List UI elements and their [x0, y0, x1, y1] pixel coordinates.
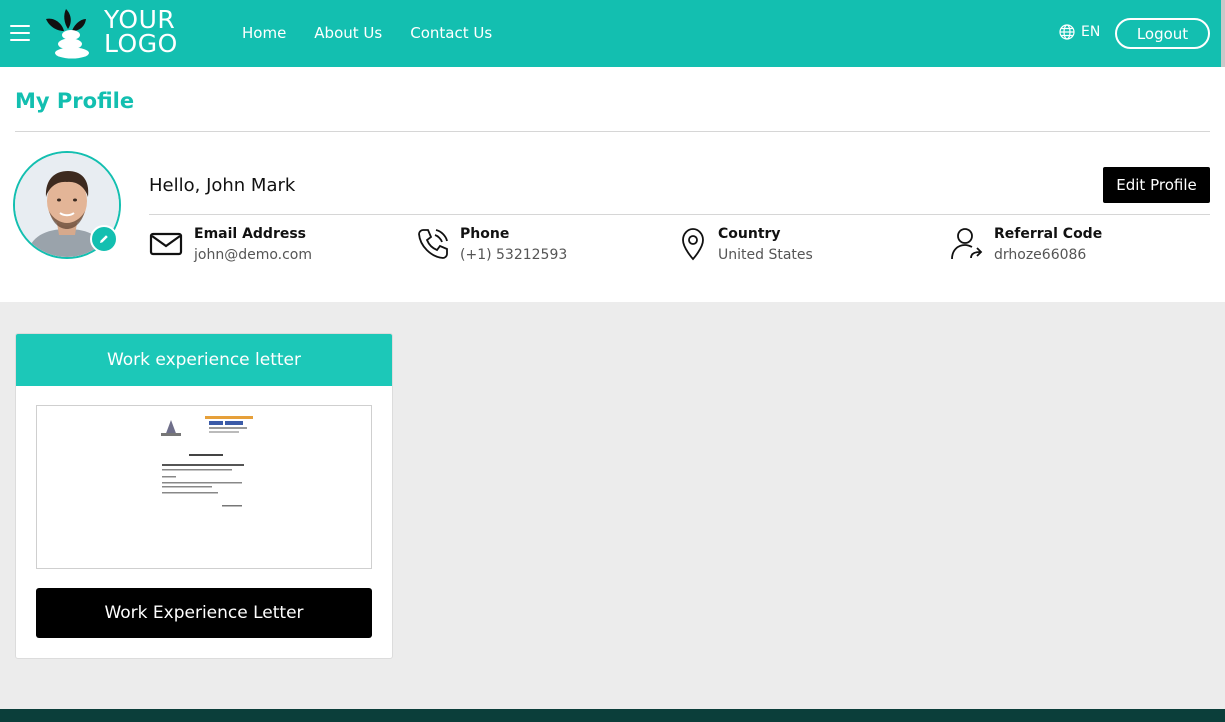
page-title: My Profile: [15, 89, 135, 113]
user-share-icon: [951, 228, 983, 260]
edit-profile-button[interactable]: Edit Profile: [1103, 167, 1210, 203]
referral-label: Referral Code: [994, 226, 1103, 242]
phone-label: Phone: [460, 226, 510, 242]
avatar-container: [13, 151, 121, 259]
envelope-icon: [149, 232, 183, 256]
profile-greeting: Hello, John Mark: [149, 175, 296, 196]
profile-section: My Profile Hello, John Mark Edit Profile: [0, 67, 1225, 302]
card-title: Work experience letter: [16, 334, 392, 386]
title-divider: [15, 131, 1210, 132]
top-navbar: YOUR LOGO Home About Us Contact Us EN Lo…: [0, 0, 1225, 67]
email-label: Email Address: [194, 226, 307, 242]
logo[interactable]: YOUR LOGO: [44, 7, 194, 59]
nav-about-link[interactable]: About Us: [314, 24, 382, 42]
country-value: United States: [718, 247, 813, 263]
footer-strip: [0, 709, 1225, 722]
hamburger-menu-icon[interactable]: [10, 25, 30, 42]
nav-home-link[interactable]: Home: [242, 24, 286, 42]
work-experience-letter-button[interactable]: Work Experience Letter: [36, 588, 372, 638]
email-value: john@demo.com: [194, 247, 313, 263]
work-experience-card: Work experience letter Work Experience L…: [15, 333, 393, 659]
info-phone: Phone (+1) 53212593: [415, 224, 567, 266]
referral-value: drhoze66086: [994, 247, 1087, 263]
language-label: EN: [1081, 24, 1101, 40]
pencil-icon: [100, 235, 108, 243]
info-email: Email Address john@demo.com: [149, 224, 312, 266]
phone-value: (+1) 53212593: [460, 247, 568, 263]
info-referral: Referral Code drhoze66086: [949, 224, 1102, 266]
logo-stones-icon: [46, 9, 89, 59]
language-selector[interactable]: EN: [1059, 24, 1100, 40]
globe-icon: [1059, 24, 1075, 40]
main-nav: Home About Us Contact Us: [242, 24, 492, 42]
nav-contact-link[interactable]: Contact Us: [410, 24, 492, 42]
country-label: Country: [718, 226, 781, 242]
info-country: Country United States: [673, 224, 813, 266]
document-preview-image: [149, 410, 259, 564]
document-thumbnail[interactable]: [36, 405, 372, 569]
logo-text: YOUR LOGO: [104, 7, 178, 58]
profile-divider: [149, 214, 1210, 215]
map-pin-icon: [682, 228, 704, 261]
phone-icon: [418, 229, 448, 259]
logout-button[interactable]: Logout: [1115, 18, 1210, 49]
avatar-edit-button[interactable]: [90, 225, 118, 253]
logo-line-2: LOGO: [104, 29, 178, 58]
